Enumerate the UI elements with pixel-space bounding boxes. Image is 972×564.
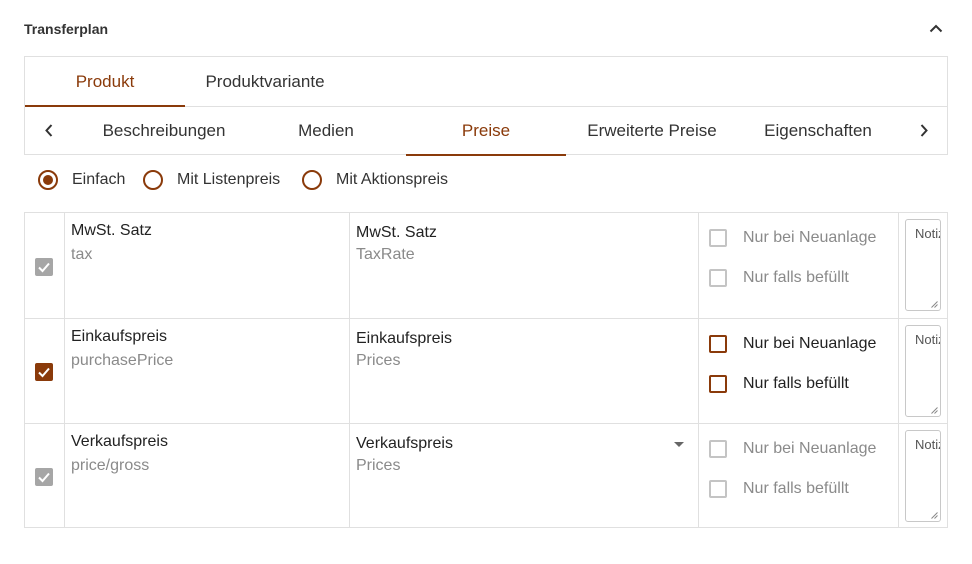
tabs-scroll-right-button[interactable] <box>912 118 936 142</box>
only-filled-label: Nur falls befüllt <box>743 480 849 497</box>
only-new-option[interactable]: Nur bei Neuanlage <box>709 227 876 249</box>
note-placeholder: Notiz <box>915 226 940 241</box>
resize-grip-icon[interactable] <box>931 301 938 308</box>
only-new-checkbox[interactable] <box>709 440 727 458</box>
only-new-label: Nur bei Neuanlage <box>743 335 877 352</box>
only-new-option[interactable]: Nur bei Neuanlage <box>709 438 876 460</box>
only-new-label: Nur bei Neuanlage <box>743 229 877 246</box>
only-filled-option[interactable]: Nur falls befüllt <box>709 373 849 395</box>
row-enabled-checkbox[interactable] <box>35 363 53 381</box>
radio-button[interactable] <box>143 170 163 190</box>
target-field: Prices <box>356 352 401 369</box>
tab-beschreibungen[interactable]: Beschreibungen <box>82 106 246 155</box>
source-field: tax <box>71 246 93 263</box>
only-filled-label: Nur falls befüllt <box>743 269 849 286</box>
target-label: Verkaufspreis <box>356 435 453 452</box>
source-label: MwSt. Satz <box>71 222 152 239</box>
tab-erweiterte-preise[interactable]: Erweiterte Preise <box>566 106 738 155</box>
tab-preise[interactable]: Preise <box>406 106 566 156</box>
chevron-right-icon <box>920 123 928 137</box>
tab-produktvariante[interactable]: Produktvariante <box>185 57 345 106</box>
radio-einfach[interactable]: Einfach <box>38 168 125 192</box>
tab-produkt[interactable]: Produkt <box>25 57 185 107</box>
source-label: Einkaufspreis <box>71 328 168 345</box>
note-placeholder: Notiz <box>915 437 940 452</box>
target-field: TaxRate <box>356 246 415 263</box>
tab-eigenschaften[interactable]: Eigenschaften <box>738 106 898 155</box>
row-enabled-checkbox[interactable] <box>35 468 53 486</box>
only-filled-label: Nur falls befüllt <box>743 375 849 392</box>
row-enabled-checkbox[interactable] <box>35 258 53 276</box>
only-new-label: Nur bei Neuanlage <box>743 440 877 457</box>
panel-header: Transferplan <box>24 0 948 56</box>
radio-button-selected[interactable] <box>38 170 58 190</box>
only-filled-option[interactable]: Nur falls befüllt <box>709 267 849 289</box>
table-row: Einkaufspreis purchasePrice Einkaufsprei… <box>25 318 947 423</box>
note-textarea[interactable]: Notiz <box>905 219 941 311</box>
panel-title: Transferplan <box>24 21 109 37</box>
only-filled-checkbox[interactable] <box>709 375 727 393</box>
radio-label: Einfach <box>72 171 126 188</box>
tab-medien[interactable]: Medien <box>246 106 406 155</box>
only-filled-checkbox[interactable] <box>709 269 727 287</box>
entity-tabs: Produkt Produktvariante <box>24 56 948 107</box>
note-placeholder: Notiz <box>915 332 940 347</box>
note-textarea[interactable]: Notiz <box>905 325 941 417</box>
only-new-checkbox[interactable] <box>709 335 727 353</box>
only-filled-option[interactable]: Nur falls befüllt <box>709 478 849 500</box>
collapse-button[interactable] <box>924 16 948 40</box>
resize-grip-icon[interactable] <box>931 512 938 519</box>
target-label: MwSt. Satz <box>356 224 437 241</box>
source-field: purchasePrice <box>71 352 174 369</box>
mapping-table: MwSt. Satz tax MwSt. Satz TaxRate Nur be… <box>24 212 948 528</box>
chevron-left-icon <box>45 123 53 137</box>
radio-label: Mit Aktionspreis <box>336 171 449 188</box>
radio-button[interactable] <box>302 170 322 190</box>
resize-grip-icon[interactable] <box>931 407 938 414</box>
chevron-up-icon <box>929 24 943 32</box>
source-label: Verkaufspreis <box>71 433 168 450</box>
only-filled-checkbox[interactable] <box>709 480 727 498</box>
only-new-option[interactable]: Nur bei Neuanlage <box>709 333 876 355</box>
table-row: Verkaufspreis price/gross Verkaufspreis … <box>25 423 947 528</box>
table-row: MwSt. Satz tax MwSt. Satz TaxRate Nur be… <box>25 213 947 318</box>
section-tabs: Beschreibungen Medien Preise Erweiterte … <box>24 106 948 156</box>
radio-label: Mit Listenpreis <box>177 171 281 188</box>
note-textarea[interactable]: Notiz <box>905 430 941 522</box>
radio-mit-aktionspreis[interactable]: Mit Aktionspreis <box>302 168 448 192</box>
target-label: Einkaufspreis <box>356 330 453 347</box>
target-select[interactable]: Verkaufspreis Prices <box>350 424 699 528</box>
only-new-checkbox[interactable] <box>709 229 727 247</box>
source-field: price/gross <box>71 457 150 474</box>
tabs-scroll-left-button[interactable] <box>37 118 61 142</box>
target-field: Prices <box>356 457 401 474</box>
caret-down-icon[interactable] <box>674 442 684 447</box>
radio-mit-listenpreis[interactable]: Mit Listenpreis <box>143 168 280 192</box>
